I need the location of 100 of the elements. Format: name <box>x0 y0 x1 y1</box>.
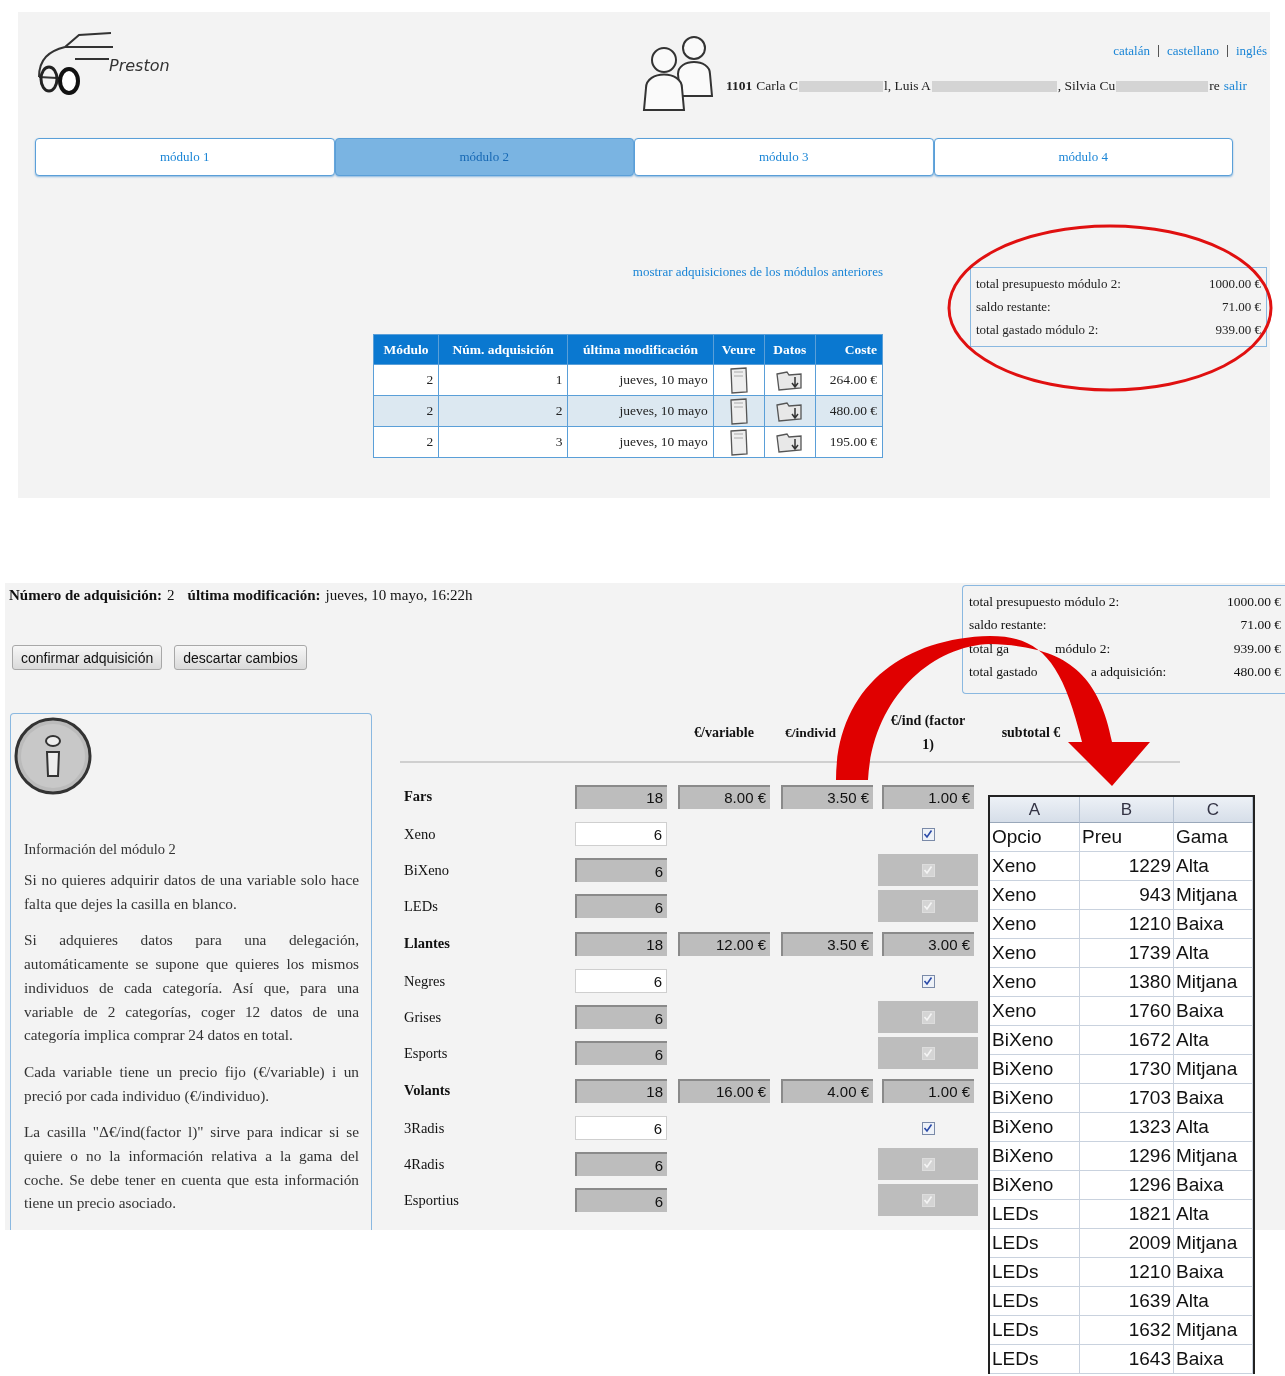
number-field[interactable]: 6 <box>575 822 667 846</box>
budget-label: a adquisición: <box>1091 664 1167 681</box>
action-button[interactable]: descartar cambios <box>174 645 307 670</box>
sheet-cell: Alta <box>1174 939 1253 968</box>
folder-arrow-icon[interactable] <box>774 399 805 423</box>
column-header: €/variable <box>693 724 755 742</box>
sheet-cell: Alta <box>1174 1200 1253 1229</box>
group-number: 1101 <box>726 78 753 94</box>
number-field[interactable]: 18 <box>575 931 667 956</box>
budget-label: saldo restante: <box>976 298 1051 315</box>
sheet-cell: Alta <box>1174 1026 1253 1055</box>
folder-arrow-icon[interactable] <box>774 368 805 392</box>
sheet-cell: Mitjana <box>1174 1142 1253 1171</box>
table-cell: 2 <box>373 364 439 396</box>
sheet-cell: BiXeno <box>990 1026 1080 1055</box>
action-button[interactable]: confirmar adquisición <box>12 645 163 670</box>
sheet-cell: LEDs <box>990 1229 1080 1258</box>
language-link[interactable]: castellano <box>1166 43 1219 59</box>
module-tab[interactable]: módulo 1 <box>35 138 335 176</box>
column-header: Datos <box>764 334 816 365</box>
table-cell: 2 <box>373 395 439 427</box>
checkbox[interactable] <box>921 974 935 988</box>
sheet-cell: 1703 <box>1080 1084 1174 1113</box>
number-field[interactable]: 18 <box>575 784 667 809</box>
budget-label: total presupuesto módulo 2: <box>969 593 1120 610</box>
sheet-cell: 1296 <box>1080 1171 1174 1200</box>
sheet-cell: Baixa <box>1174 1171 1253 1200</box>
table-cell: 480.00 € <box>815 395 883 427</box>
number-field[interactable]: 12.00 € <box>678 931 770 956</box>
number-field[interactable]: 6 <box>575 1116 667 1140</box>
number-field[interactable]: 4.00 € <box>781 1078 873 1103</box>
budget-value: 71.00 € <box>1222 298 1261 315</box>
number-field[interactable]: 1.00 € <box>882 784 974 809</box>
folder-arrow-icon[interactable] <box>774 430 805 454</box>
number-field[interactable]: 8.00 € <box>678 784 770 809</box>
budget-label: total gastado módulo 2: <box>976 321 1099 338</box>
sheet-cell: LEDs <box>990 1200 1080 1229</box>
category-label: Xeno <box>403 825 437 843</box>
sheet-cell: 1229 <box>1080 852 1174 881</box>
module-tab[interactable]: módulo 4 <box>933 138 1233 176</box>
sheet-cell: 1730 <box>1080 1055 1174 1084</box>
category-label: 4Radis <box>403 1155 446 1173</box>
sheet-cell: Baixa <box>1174 910 1253 939</box>
sheet-cell: 1323 <box>1080 1113 1174 1142</box>
number-field[interactable]: 16.00 € <box>678 1078 770 1103</box>
budget-label: total ga <box>969 640 1011 657</box>
sheet-cell: Alta <box>1174 1113 1253 1142</box>
column-header: última modificación <box>567 334 714 365</box>
field-label: última modificación: <box>187 587 321 604</box>
column-header: subtotal € <box>1000 724 1062 742</box>
column-letter: C <box>1174 797 1253 823</box>
table-cell: 1 <box>438 364 568 396</box>
column-header: €/ind (factor 1) <box>889 712 967 754</box>
sheet-cell: BiXeno <box>990 1055 1080 1084</box>
checkbox[interactable] <box>921 1121 935 1135</box>
number-field[interactable]: 6 <box>575 969 667 993</box>
variable-label: Fars <box>403 788 434 805</box>
sheet-cell: Xeno <box>990 852 1080 881</box>
sheet-cell: Mitjana <box>1174 1055 1253 1084</box>
logout-link[interactable]: salir <box>1223 78 1247 94</box>
language-link[interactable]: catalán <box>1113 43 1150 59</box>
language-link[interactable]: inglés <box>1235 43 1267 59</box>
number-field[interactable]: 3.00 € <box>882 931 974 956</box>
sheet-cell: BiXeno <box>990 1113 1080 1142</box>
info-paragraph: La casilla "Δ€/ind(factor l)" sirve para indicar si se quiere o no la información relativa a la gama del coche. Se debe tener en cuenta que esta información tiene un precio asociado. <box>24 1122 359 1214</box>
sheet-cell: BiXeno <box>990 1142 1080 1171</box>
budget-value: 71.00 € <box>1240 617 1281 634</box>
table-cell: 264.00 € <box>815 364 883 396</box>
category-label: 3Radis <box>403 1119 446 1137</box>
sheet-cell: 1210 <box>1080 1258 1174 1287</box>
number-field[interactable]: 18 <box>575 1078 667 1103</box>
sheet-cell: Baixa <box>1174 1084 1253 1113</box>
column-header: Módulo <box>373 334 439 365</box>
sheet-cell: 1672 <box>1080 1026 1174 1055</box>
table-cell: 195.00 € <box>815 426 883 458</box>
checkbox[interactable] <box>921 827 935 841</box>
column-letter: A <box>990 797 1080 823</box>
sheet-cell: LEDs <box>990 1345 1080 1374</box>
field-value: 2 <box>167 587 175 604</box>
table-cell: 2 <box>373 426 439 458</box>
number-field[interactable]: 1.00 € <box>882 1078 974 1103</box>
sheet-cell: 1760 <box>1080 997 1174 1026</box>
sheet-cell: Gama <box>1174 823 1253 852</box>
sheet-cell: 1643 <box>1080 1345 1174 1374</box>
sheet-cell: Xeno <box>990 939 1080 968</box>
sheet-cell: 1632 <box>1080 1316 1174 1345</box>
table-cell: jueves, 10 mayo <box>567 395 714 427</box>
previous-modules-link[interactable]: mostrar adquisiciones de los módulos anteriores <box>632 264 883 280</box>
table-cell: jueves, 10 mayo <box>567 426 714 458</box>
budget-label: total presupuesto módulo 2: <box>976 275 1121 292</box>
sheet-cell: 1739 <box>1080 939 1174 968</box>
user-name: l, Luis A <box>883 78 931 94</box>
user-name: , Silvia Cu <box>1057 78 1116 94</box>
sheet-cell: Xeno <box>990 910 1080 939</box>
budget-label: módulo 2: <box>1055 640 1111 657</box>
number-field[interactable]: 3.50 € <box>781 784 873 809</box>
number-field[interactable]: 3.50 € <box>781 931 873 956</box>
column-letter: B <box>1080 797 1174 823</box>
module-tab[interactable]: módulo 3 <box>634 138 934 176</box>
budget-label: total gastado <box>969 664 1039 681</box>
